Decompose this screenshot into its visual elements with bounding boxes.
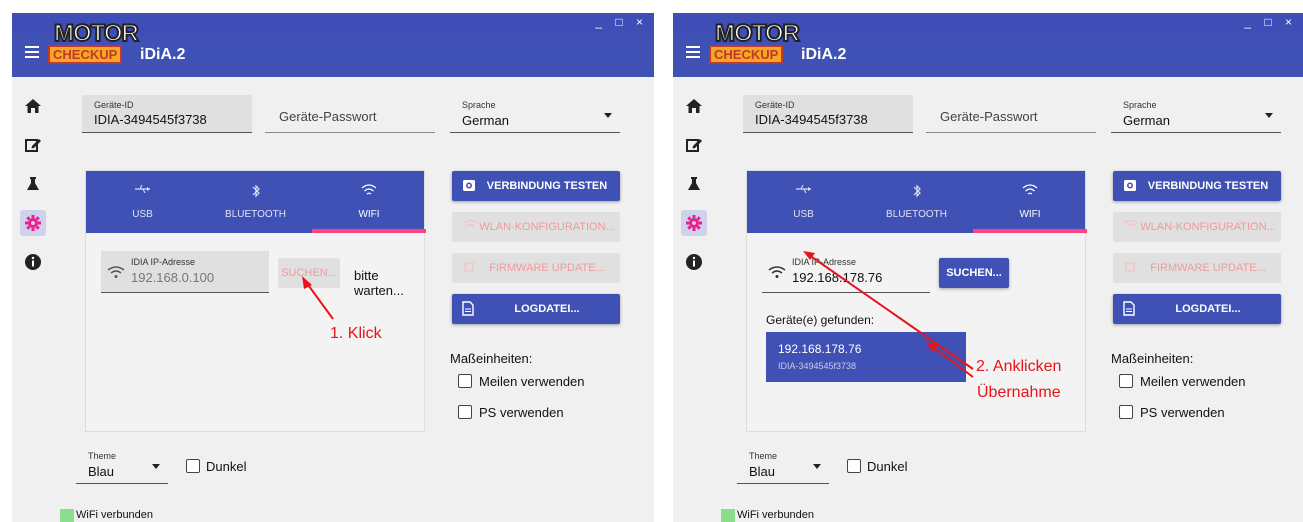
use-ps-checkbox[interactable] bbox=[1119, 405, 1133, 419]
usb-icon bbox=[86, 183, 199, 199]
chip-icon bbox=[462, 260, 476, 277]
info-icon[interactable] bbox=[681, 249, 707, 275]
settings-window-step1: _ □ × MOTOR CHECKUP iDiA.2 Geräte-ID IDI… bbox=[12, 13, 654, 522]
bluetooth-icon bbox=[860, 183, 973, 199]
tab-wifi[interactable]: WIFI bbox=[973, 171, 1087, 233]
window-controls[interactable]: _ □ × bbox=[595, 15, 648, 29]
wifi-icon bbox=[973, 183, 1087, 199]
language-select[interactable]: Sprache German bbox=[1111, 95, 1281, 133]
info-icon[interactable] bbox=[20, 249, 46, 275]
dropdown-caret-icon bbox=[813, 464, 821, 469]
device-password-field[interactable]: Geräte-Passwort bbox=[926, 95, 1096, 133]
use-miles-label: Meilen verwenden bbox=[479, 374, 585, 389]
window-controls[interactable]: _ □ × bbox=[1244, 15, 1297, 29]
settings-content: Geräte-ID IDIA-3494545f3738 Geräte-Passw… bbox=[60, 77, 654, 522]
language-select[interactable]: Sprache German bbox=[450, 95, 620, 133]
dark-label: Dunkel bbox=[206, 459, 247, 474]
settings-window-step2: _ □ × MOTOR CHECKUP iDiA.2 Geräte-ID IDI… bbox=[673, 13, 1303, 522]
home-icon[interactable] bbox=[20, 93, 46, 119]
search-button[interactable]: SUCHEN... bbox=[278, 258, 340, 288]
sidebar bbox=[673, 77, 715, 522]
flask-icon[interactable] bbox=[20, 171, 46, 197]
annotation-takeover: Übernahme bbox=[977, 384, 1061, 401]
sidebar bbox=[12, 77, 54, 522]
document-icon bbox=[462, 301, 474, 319]
connection-tabs: USB BLUETOOTH WIFI bbox=[747, 171, 1087, 233]
units-label: Maßeinheiten: bbox=[1111, 351, 1194, 366]
dropdown-caret-icon bbox=[152, 464, 160, 469]
wifi-icon bbox=[768, 265, 786, 284]
theme-select[interactable]: Theme Blau bbox=[76, 446, 168, 484]
settings-content: Geräte-ID IDIA-3494545f3738 Geräte-Passw… bbox=[721, 77, 1303, 522]
found-device-item[interactable]: 192.168.178.76 IDIA-3494545f3738 bbox=[766, 332, 966, 382]
status-indicator bbox=[60, 509, 74, 522]
test-connection-button[interactable]: VERBINDUNG TESTEN bbox=[452, 171, 620, 201]
usb-icon bbox=[747, 183, 860, 199]
motor-checkup-logo: MOTOR CHECKUP bbox=[709, 19, 801, 74]
use-ps-label: PS verwenden bbox=[1140, 405, 1225, 420]
search-button[interactable]: SUCHEN... bbox=[939, 258, 1009, 288]
wifi-icon bbox=[107, 265, 125, 284]
wifi-icon bbox=[312, 183, 426, 199]
dark-checkbox[interactable] bbox=[186, 459, 200, 473]
tab-wifi[interactable]: WIFI bbox=[312, 171, 426, 233]
device-password-field[interactable]: Geräte-Passwort bbox=[265, 95, 435, 133]
annotation-click-select: 2. Anklicken bbox=[976, 358, 1062, 375]
status-text: WiFi verbunden bbox=[76, 509, 154, 521]
tab-usb[interactable]: USB bbox=[86, 171, 199, 233]
use-miles-label: Meilen verwenden bbox=[1140, 374, 1246, 389]
dropdown-caret-icon bbox=[1265, 113, 1273, 118]
use-ps-label: PS verwenden bbox=[479, 405, 564, 420]
edit-icon[interactable] bbox=[20, 132, 46, 158]
gear-icon[interactable] bbox=[681, 210, 707, 236]
waiting-text: bitte warten... bbox=[354, 268, 404, 298]
app-title: iDiA.2 bbox=[140, 46, 186, 63]
document-icon bbox=[1123, 301, 1135, 319]
found-devices-label: Geräte(e) gefunden: bbox=[766, 313, 875, 327]
hamburger-menu-icon[interactable] bbox=[686, 46, 700, 60]
motor-checkup-logo: MOTOR CHECKUP bbox=[48, 19, 140, 74]
device-id-field[interactable]: Geräte-ID IDIA-3494545f3738 bbox=[743, 95, 913, 133]
firmware-update-button[interactable]: FIRMWARE UPDATE... bbox=[452, 253, 620, 283]
edit-icon[interactable] bbox=[681, 132, 707, 158]
app-title: iDiA.2 bbox=[801, 46, 847, 63]
device-id-field[interactable]: Geräte-ID IDIA-3494545f3738 bbox=[82, 95, 252, 133]
logfile-button[interactable]: LOGDATEI... bbox=[452, 294, 620, 324]
use-miles-checkbox[interactable] bbox=[458, 374, 472, 388]
wlan-config-button[interactable]: WLAN-KONFIGURATION... bbox=[452, 212, 620, 242]
tab-bluetooth[interactable]: BLUETOOTH bbox=[860, 171, 973, 233]
app-header: MOTOR CHECKUP iDiA.2 bbox=[12, 19, 654, 77]
wifi-icon bbox=[462, 219, 478, 234]
use-ps-checkbox[interactable] bbox=[458, 405, 472, 419]
flask-icon[interactable] bbox=[681, 171, 707, 197]
chip-icon bbox=[1123, 260, 1137, 277]
units-label: Maßeinheiten: bbox=[450, 351, 533, 366]
dark-label: Dunkel bbox=[867, 459, 908, 474]
wlan-config-button[interactable]: WLAN-KONFIGURATION... bbox=[1113, 212, 1281, 242]
test-connection-button[interactable]: VERBINDUNG TESTEN bbox=[1113, 171, 1281, 201]
dark-checkbox[interactable] bbox=[847, 459, 861, 473]
status-indicator bbox=[721, 509, 735, 522]
ip-address-field[interactable]: IDIA IP-Adresse 192.168.178.76 bbox=[762, 251, 930, 293]
tab-bluetooth[interactable]: BLUETOOTH bbox=[199, 171, 312, 233]
home-icon[interactable] bbox=[681, 93, 707, 119]
camera-icon bbox=[1123, 178, 1137, 195]
connection-card: USB BLUETOOTH WIFI IDIA IP-Adresse 192.1… bbox=[85, 170, 426, 432]
bluetooth-icon bbox=[199, 183, 312, 199]
theme-select[interactable]: Theme Blau bbox=[737, 446, 829, 484]
logfile-button[interactable]: LOGDATEI... bbox=[1113, 294, 1281, 324]
gear-icon[interactable] bbox=[20, 210, 46, 236]
app-header: MOTOR CHECKUP iDiA.2 bbox=[673, 19, 1303, 77]
hamburger-menu-icon[interactable] bbox=[25, 46, 39, 60]
ip-address-field[interactable]: IDIA IP-Adresse 192.168.0.100 bbox=[101, 251, 269, 293]
camera-icon bbox=[462, 178, 476, 195]
tab-usb[interactable]: USB bbox=[747, 171, 860, 233]
use-miles-checkbox[interactable] bbox=[1119, 374, 1133, 388]
status-text: WiFi verbunden bbox=[737, 509, 815, 521]
firmware-update-button[interactable]: FIRMWARE UPDATE... bbox=[1113, 253, 1281, 283]
connection-tabs: USB BLUETOOTH WIFI bbox=[86, 171, 426, 233]
dropdown-caret-icon bbox=[604, 113, 612, 118]
annotation-click: 1. Klick bbox=[330, 325, 382, 342]
wifi-icon bbox=[1123, 219, 1139, 234]
